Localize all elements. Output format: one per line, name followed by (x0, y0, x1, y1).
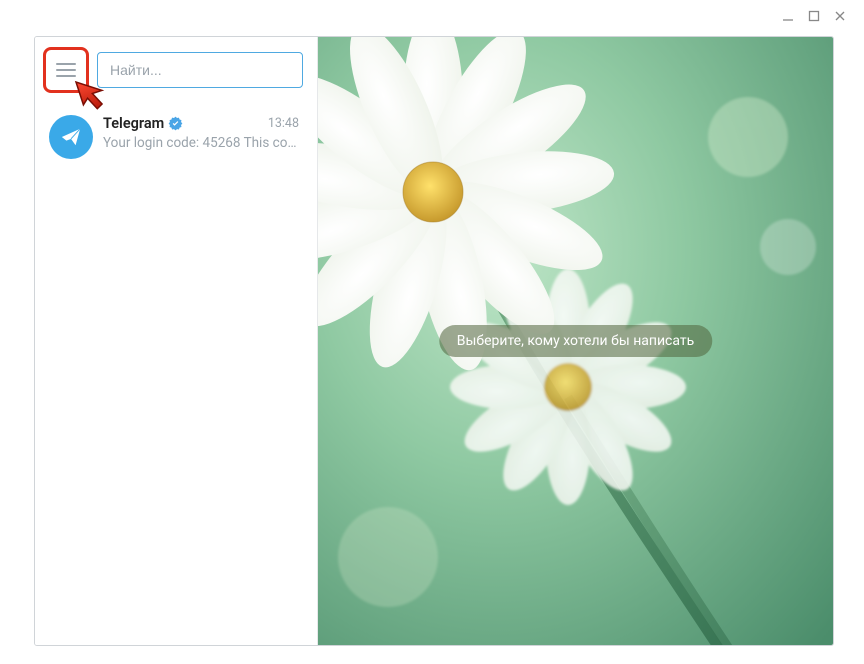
empty-placeholder: Выберите, кому хотели бы написать (439, 325, 712, 357)
titlebar (0, 0, 864, 34)
window-maximize-button[interactable] (804, 6, 824, 26)
search-field[interactable] (108, 61, 292, 79)
chat-list-item[interactable]: Telegram 13:48 Your login code: 45268 Th… (35, 107, 317, 167)
chat-preview: Your login code: 45268 This code … (103, 135, 299, 151)
avatar (49, 115, 93, 159)
main-area: Выберите, кому хотели бы написать (318, 37, 833, 645)
app-window: Telegram 13:48 Your login code: 45268 Th… (34, 36, 834, 646)
chat-name: Telegram (103, 115, 164, 132)
search-input[interactable] (97, 52, 303, 88)
paper-plane-icon (60, 126, 82, 148)
verified-icon (168, 116, 183, 131)
menu-button[interactable] (43, 47, 89, 93)
chat-time: 13:48 (268, 116, 299, 131)
chat-list: Telegram 13:48 Your login code: 45268 Th… (35, 103, 317, 167)
window-close-button[interactable] (830, 6, 850, 26)
sidebar: Telegram 13:48 Your login code: 45268 Th… (35, 37, 318, 645)
window-minimize-button[interactable] (778, 6, 798, 26)
hamburger-icon (56, 63, 76, 77)
